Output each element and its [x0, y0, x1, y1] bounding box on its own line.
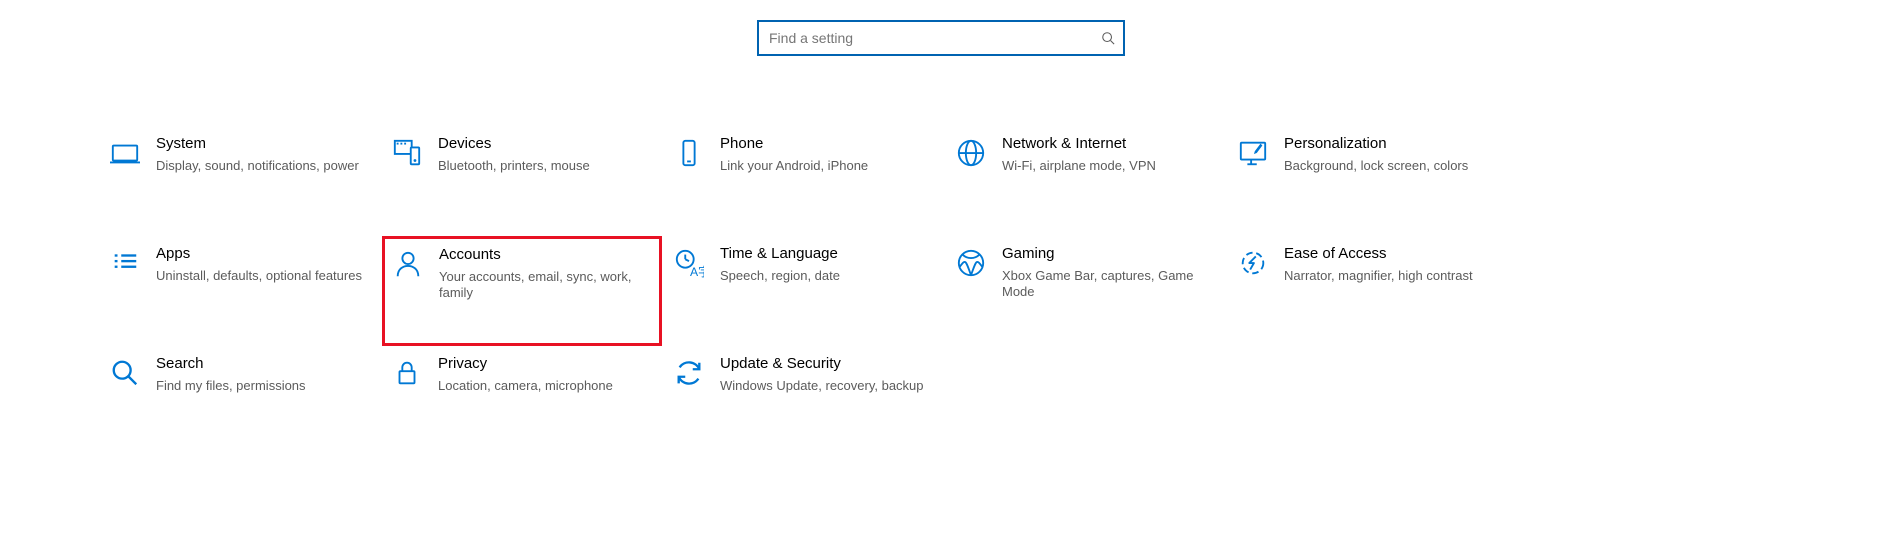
- tile-title: Phone: [720, 134, 930, 154]
- tile-description: Windows Update, recovery, backup: [720, 378, 930, 394]
- search-box[interactable]: [757, 20, 1125, 56]
- tile-title: System: [156, 134, 366, 154]
- search-icon: [1101, 31, 1115, 45]
- tile-text: Ease of Access Narrator, magnifier, high …: [1284, 244, 1494, 284]
- tile-title: Network & Internet: [1002, 134, 1212, 154]
- tile-text: Devices Bluetooth, printers, mouse: [438, 134, 648, 174]
- tile-text: Privacy Location, camera, microphone: [438, 354, 648, 394]
- devices-icon: [390, 136, 424, 170]
- tile-title: Devices: [438, 134, 648, 154]
- tile-text: System Display, sound, notifications, pow…: [156, 134, 366, 174]
- tile-phone[interactable]: Phone Link your Android, iPhone: [664, 126, 944, 236]
- ease-icon: [1236, 246, 1270, 280]
- time-icon: [672, 246, 706, 280]
- tile-title: Gaming: [1002, 244, 1212, 264]
- tile-accounts[interactable]: Accounts Your accounts, email, sync, work…: [382, 236, 662, 346]
- tile-text: Time & Language Speech, region, date: [720, 244, 930, 284]
- update-icon: [672, 356, 706, 390]
- tile-system[interactable]: System Display, sound, notifications, pow…: [100, 126, 380, 236]
- tile-network[interactable]: Network & Internet Wi-Fi, airplane mode, …: [946, 126, 1226, 236]
- tile-description: Display, sound, notifications, power: [156, 158, 366, 174]
- tile-text: Update & Security Windows Update, recover…: [720, 354, 930, 394]
- tile-description: Background, lock screen, colors: [1284, 158, 1494, 174]
- tile-title: Personalization: [1284, 134, 1494, 154]
- tile-description: Uninstall, defaults, optional features: [156, 268, 366, 284]
- tile-title: Update & Security: [720, 354, 930, 374]
- tile-description: Bluetooth, printers, mouse: [438, 158, 648, 174]
- tile-description: Link your Android, iPhone: [720, 158, 930, 174]
- tile-description: Your accounts, email, sync, work, family: [439, 269, 647, 302]
- tile-time[interactable]: Time & Language Speech, region, date: [664, 236, 944, 346]
- tile-title: Accounts: [439, 245, 647, 265]
- tile-title: Privacy: [438, 354, 648, 374]
- tile-apps[interactable]: Apps Uninstall, defaults, optional featur…: [100, 236, 380, 346]
- tile-description: Speech, region, date: [720, 268, 930, 284]
- gaming-icon: [954, 246, 988, 280]
- tile-title: Time & Language: [720, 244, 930, 264]
- privacy-icon: [390, 356, 424, 390]
- tile-gaming[interactable]: Gaming Xbox Game Bar, captures, Game Mode: [946, 236, 1226, 346]
- tile-description: Narrator, magnifier, high contrast: [1284, 268, 1494, 284]
- tile-text: Search Find my files, permissions: [156, 354, 366, 394]
- apps-icon: [108, 246, 142, 280]
- tile-description: Find my files, permissions: [156, 378, 366, 394]
- network-icon: [954, 136, 988, 170]
- tile-text: Phone Link your Android, iPhone: [720, 134, 930, 174]
- accounts-icon: [391, 247, 425, 281]
- tile-text: Personalization Background, lock screen, …: [1284, 134, 1494, 174]
- tile-text: Network & Internet Wi-Fi, airplane mode, …: [1002, 134, 1212, 174]
- search-icon: [108, 356, 142, 390]
- system-icon: [108, 136, 142, 170]
- tile-devices[interactable]: Devices Bluetooth, printers, mouse: [382, 126, 662, 236]
- search-container: [0, 0, 1882, 56]
- tile-search[interactable]: Search Find my files, permissions: [100, 346, 380, 456]
- settings-grid: System Display, sound, notifications, pow…: [100, 126, 1580, 456]
- phone-icon: [672, 136, 706, 170]
- personalization-icon: [1236, 136, 1270, 170]
- tile-ease[interactable]: Ease of Access Narrator, magnifier, high …: [1228, 236, 1508, 346]
- tile-text: Accounts Your accounts, email, sync, work…: [439, 245, 647, 301]
- tile-text: Apps Uninstall, defaults, optional featur…: [156, 244, 366, 284]
- tile-title: Apps: [156, 244, 366, 264]
- tile-description: Location, camera, microphone: [438, 378, 648, 394]
- tile-title: Ease of Access: [1284, 244, 1494, 264]
- tile-text: Gaming Xbox Game Bar, captures, Game Mode: [1002, 244, 1212, 300]
- search-input[interactable]: [767, 29, 1101, 47]
- tile-update[interactable]: Update & Security Windows Update, recover…: [664, 346, 944, 456]
- tile-privacy[interactable]: Privacy Location, camera, microphone: [382, 346, 662, 456]
- tile-title: Search: [156, 354, 366, 374]
- tile-description: Xbox Game Bar, captures, Game Mode: [1002, 268, 1212, 301]
- tile-personalization[interactable]: Personalization Background, lock screen, …: [1228, 126, 1508, 236]
- tile-description: Wi-Fi, airplane mode, VPN: [1002, 158, 1212, 174]
